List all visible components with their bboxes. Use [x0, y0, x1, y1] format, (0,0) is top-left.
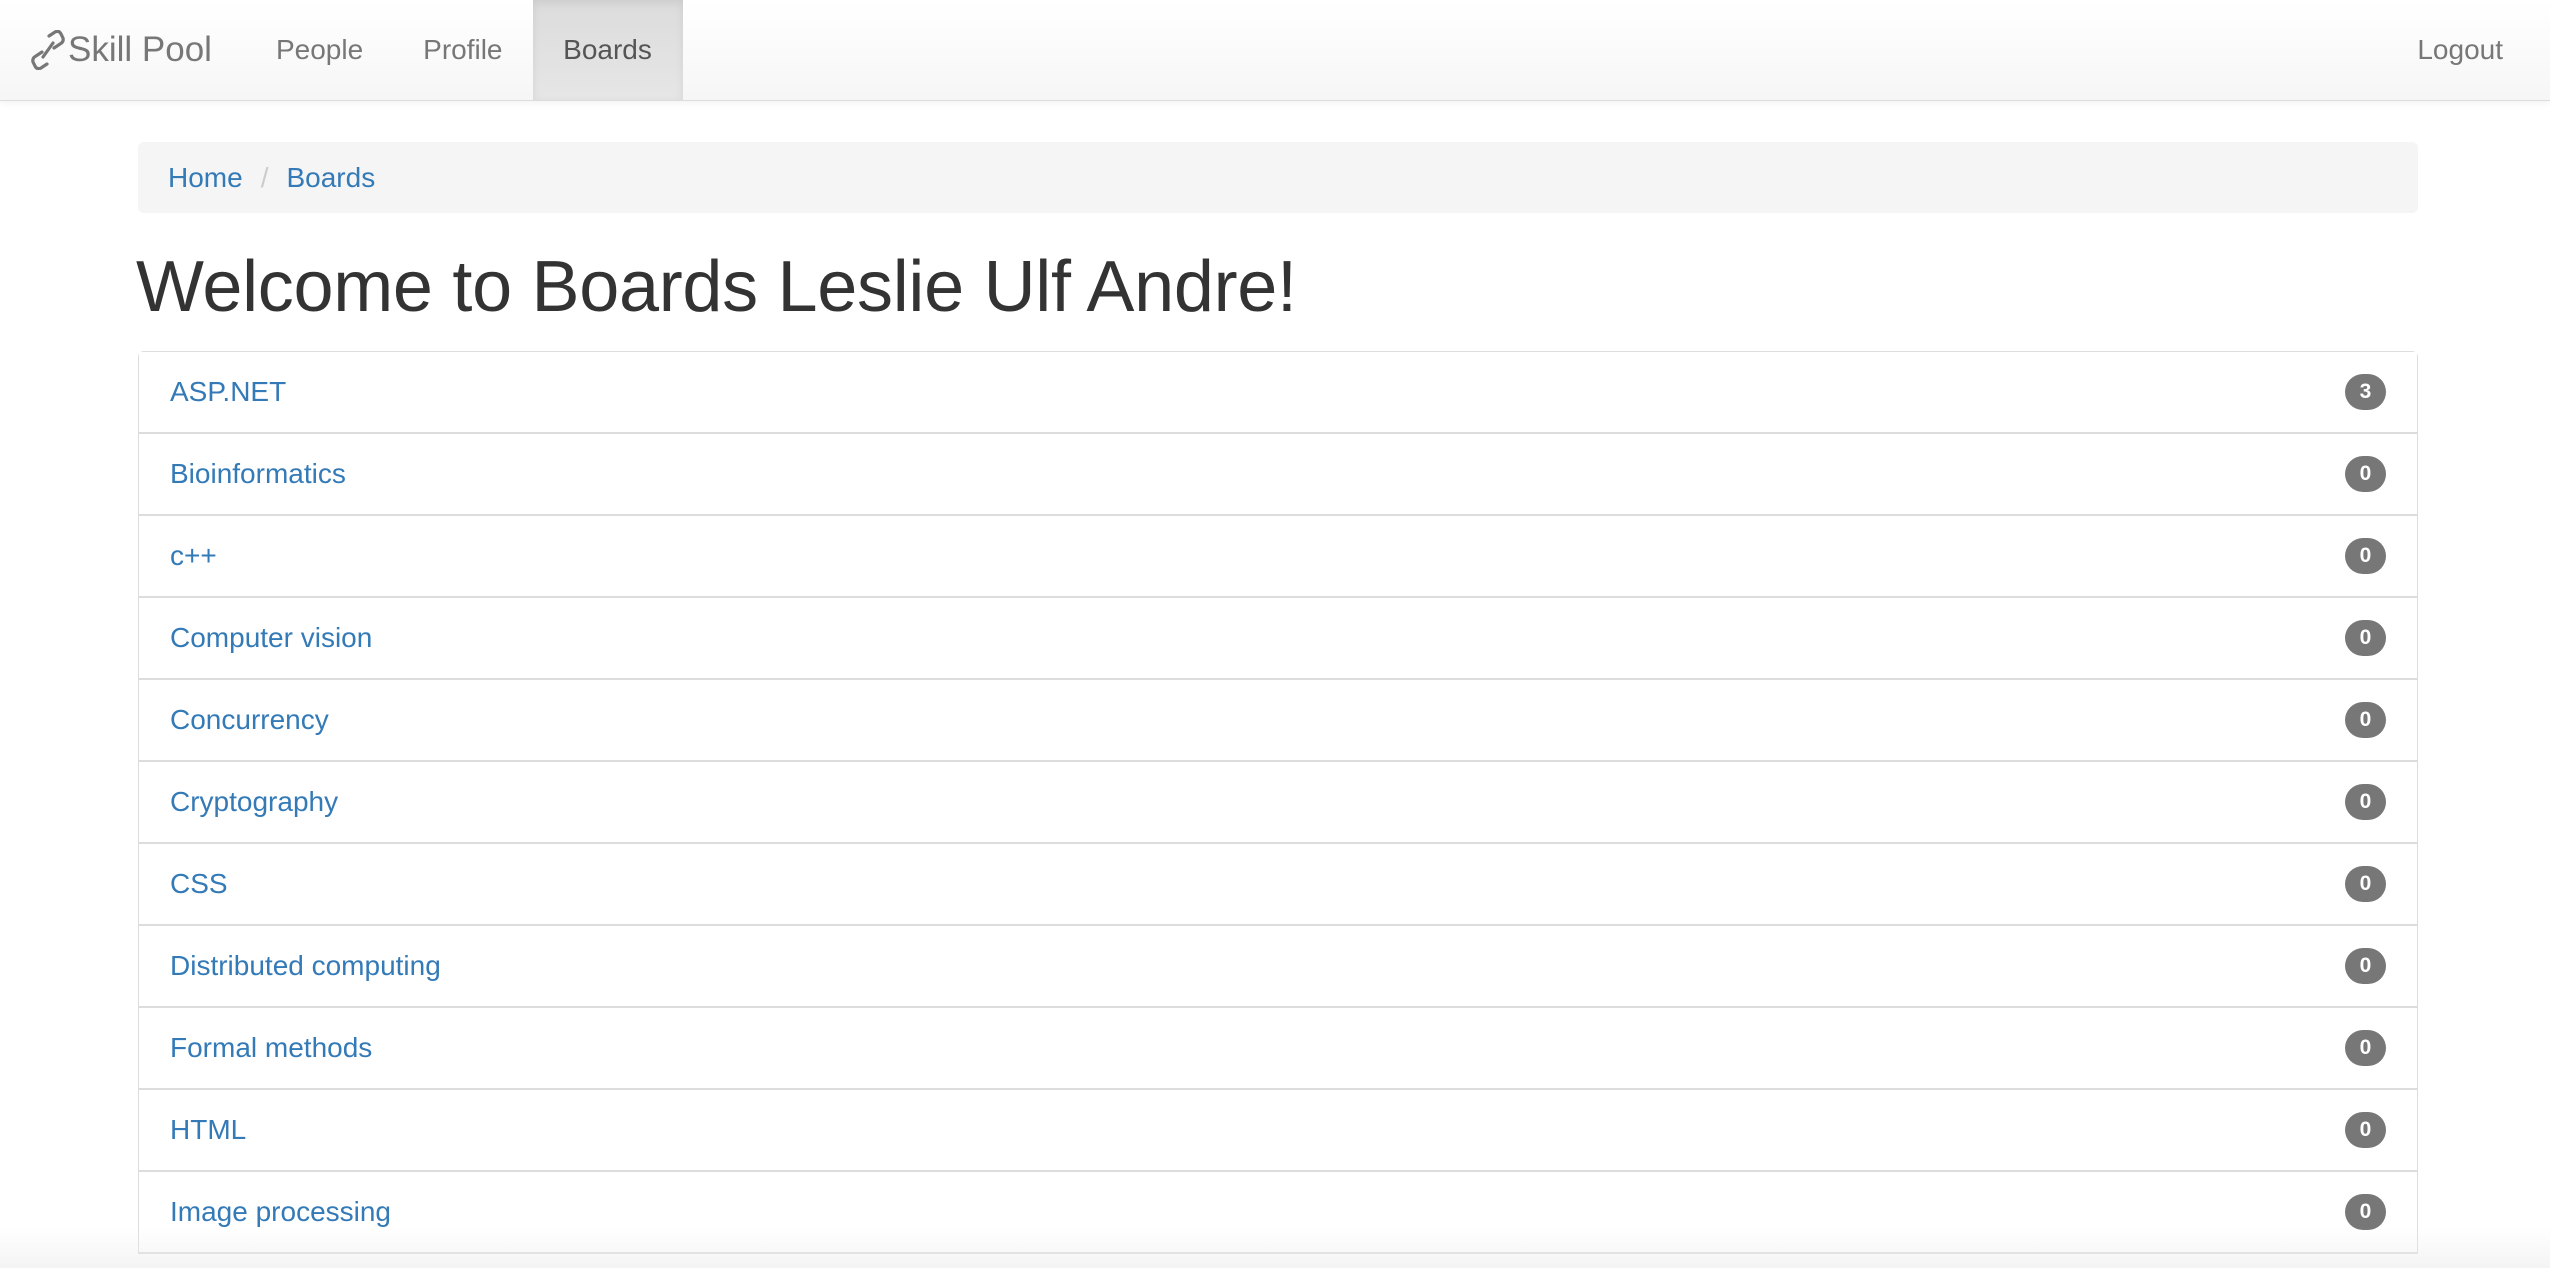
- post-count-badge: 0: [2345, 948, 2386, 984]
- post-count-badge: 0: [2345, 1194, 2386, 1230]
- board-name[interactable]: Distributed computing: [170, 950, 441, 982]
- breadcrumb-home[interactable]: Home: [168, 162, 243, 194]
- board-name[interactable]: Formal methods: [170, 1032, 372, 1064]
- board-list: ASP.NET 3 Bioinformatics 0 c++ 0 Compute…: [138, 351, 2418, 1254]
- post-count-badge: 0: [2345, 456, 2386, 492]
- board-name[interactable]: Image processing: [170, 1196, 391, 1228]
- board-item-cryptography[interactable]: Cryptography 0: [139, 762, 2417, 844]
- board-item-image-processing[interactable]: Image processing 0: [139, 1172, 2417, 1254]
- link-icon: [31, 30, 65, 70]
- board-item-computer-vision[interactable]: Computer vision 0: [139, 598, 2417, 680]
- board-name[interactable]: Concurrency: [170, 704, 329, 736]
- board-item-formal-methods[interactable]: Formal methods 0: [139, 1008, 2417, 1090]
- page-title: Welcome to Boards Leslie Ulf Andre!: [136, 247, 1297, 327]
- post-count-badge: 0: [2345, 620, 2386, 656]
- board-name[interactable]: CSS: [170, 868, 228, 900]
- post-count-badge: 0: [2345, 866, 2386, 902]
- board-name[interactable]: Cryptography: [170, 786, 338, 818]
- logout-link[interactable]: Logout: [2417, 0, 2550, 100]
- board-name[interactable]: HTML: [170, 1114, 246, 1146]
- board-item-distributed-computing[interactable]: Distributed computing 0: [139, 926, 2417, 1008]
- breadcrumb: Home / Boards: [138, 142, 2418, 213]
- post-count-badge: 0: [2345, 538, 2386, 574]
- top-navbar: Skill Pool People Profile Boards Logout: [0, 0, 2550, 101]
- nav-item-people[interactable]: People: [246, 0, 393, 100]
- board-name[interactable]: Computer vision: [170, 622, 372, 654]
- post-count-badge: 0: [2345, 702, 2386, 738]
- post-count-badge: 0: [2345, 1112, 2386, 1148]
- board-item-aspnet[interactable]: ASP.NET 3: [139, 352, 2417, 434]
- post-count-badge: 0: [2345, 1030, 2386, 1066]
- post-count-badge: 3: [2345, 374, 2386, 410]
- brand-name: Skill Pool: [68, 30, 212, 69]
- breadcrumb-separator: /: [260, 161, 269, 193]
- board-item-css[interactable]: CSS 0: [139, 844, 2417, 926]
- board-name[interactable]: Bioinformatics: [170, 458, 346, 490]
- main-nav: People Profile Boards: [246, 0, 683, 100]
- brand-link[interactable]: Skill Pool: [0, 0, 246, 100]
- nav-item-boards[interactable]: Boards: [532, 0, 683, 100]
- board-item-cpp[interactable]: c++ 0: [139, 516, 2417, 598]
- board-item-html[interactable]: HTML 0: [139, 1090, 2417, 1172]
- breadcrumb-boards[interactable]: Boards: [286, 162, 375, 194]
- post-count-badge: 0: [2345, 784, 2386, 820]
- board-name[interactable]: c++: [170, 540, 217, 572]
- board-item-concurrency[interactable]: Concurrency 0: [139, 680, 2417, 762]
- board-name[interactable]: ASP.NET: [170, 376, 286, 408]
- nav-item-profile[interactable]: Profile: [393, 0, 532, 100]
- board-item-bioinformatics[interactable]: Bioinformatics 0: [139, 434, 2417, 516]
